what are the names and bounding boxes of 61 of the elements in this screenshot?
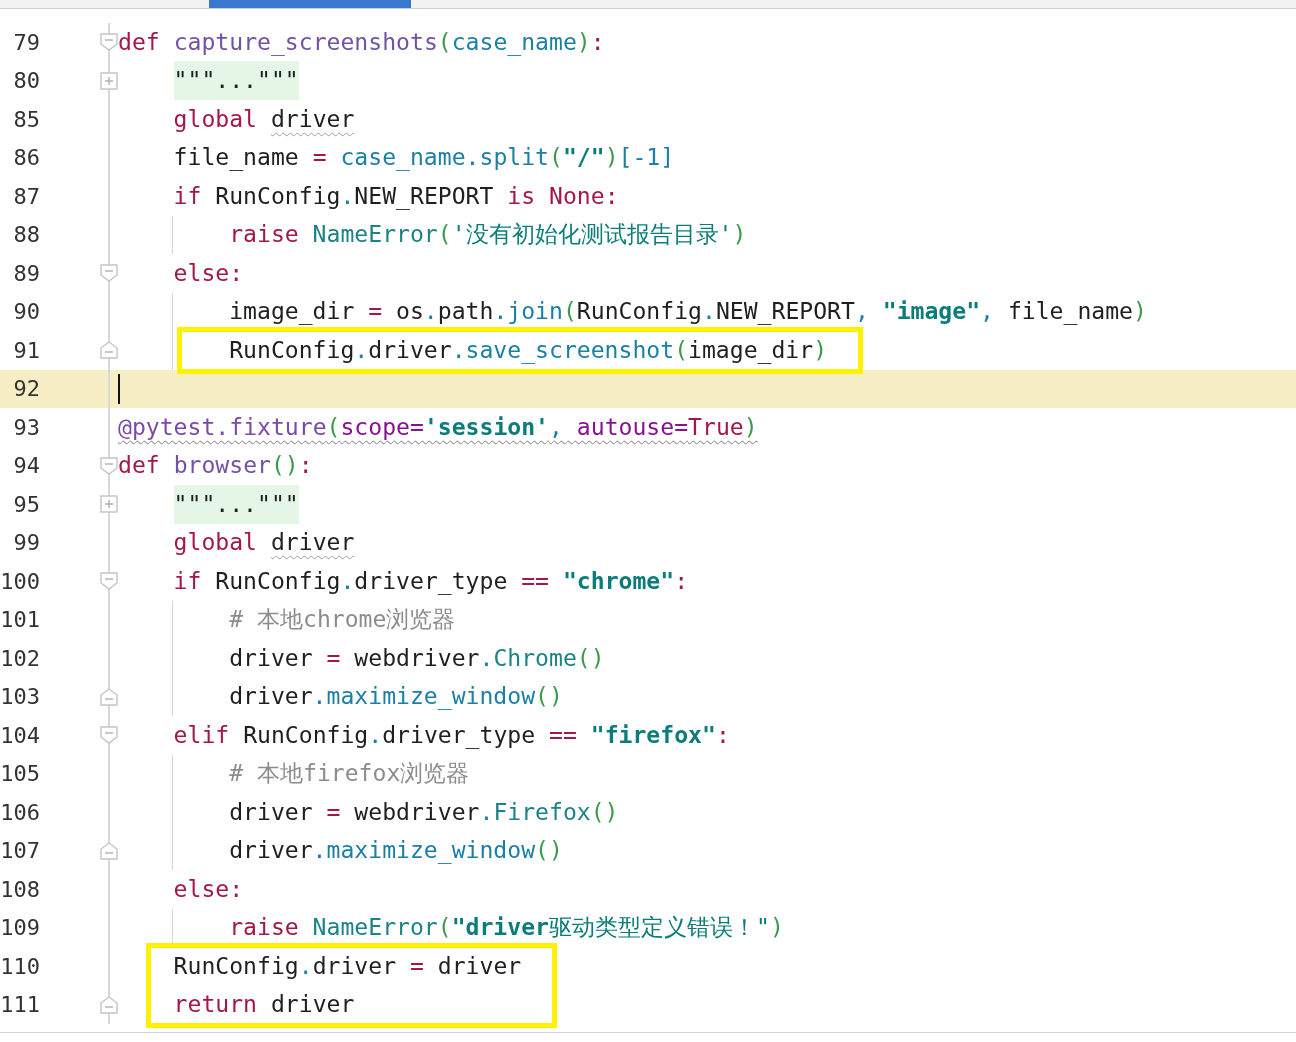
fold-marker-icon[interactable] — [100, 687, 118, 706]
line-number: 86 — [12, 145, 40, 171]
fold-marker-icon[interactable] — [100, 341, 118, 359]
line-number: 88 — [12, 222, 40, 248]
code-line: driver = webdriver.Firefox() — [229, 798, 619, 826]
code-line: driver.maximize_window() — [229, 683, 563, 710]
code-line: global driver — [173, 105, 355, 133]
line-number: 109 — [0, 915, 40, 941]
line-number: 92 — [12, 376, 40, 402]
expand-marker-icon[interactable] — [100, 71, 118, 90]
code-line: elif RunConfig.driver_type == "firefox": — [173, 721, 730, 749]
line-number: 93 — [12, 414, 40, 440]
line-number: 111 — [0, 992, 40, 1018]
line-number: 106 — [0, 799, 40, 825]
line-number: 95 — [12, 491, 40, 517]
expand-marker-icon[interactable] — [100, 495, 118, 513]
line-number: 87 — [12, 183, 40, 209]
line-number: 89 — [12, 260, 40, 286]
code-line: file_name = case_name.split("/")[-1] — [173, 144, 675, 171]
text-cursor — [118, 373, 120, 404]
code-line: driver.maximize_window() — [229, 837, 563, 864]
line-number: 105 — [0, 761, 40, 787]
code-line: @pytest.fixture(scope='session', autouse=True) — [118, 413, 758, 441]
line-number: 80 — [12, 68, 40, 94]
line-number: 91 — [12, 337, 40, 363]
line-number: 85 — [12, 106, 40, 132]
code-line: raise NameError("driver驱动类型定义错误！") — [229, 914, 784, 941]
code-line: else: — [173, 875, 244, 903]
fold-marker-icon[interactable] — [100, 841, 118, 860]
code-line: def browser(): — [118, 452, 313, 479]
line-number: 79 — [12, 29, 40, 55]
code-line: raise NameError('没有初始化测试报告目录') — [229, 221, 747, 248]
fold-marker-icon[interactable] — [100, 572, 118, 590]
line-number: 94 — [12, 453, 40, 479]
code-line: def capture_screenshots(case_name): — [118, 28, 605, 56]
fold-marker-icon[interactable] — [100, 264, 118, 282]
code-line: # 本地chrome浏览器 — [229, 606, 456, 633]
line-number: 110 — [0, 953, 40, 979]
line-number: 107 — [0, 838, 40, 864]
line-number: 103 — [0, 684, 40, 710]
code-line: RunConfig.driver = driver — [173, 952, 522, 980]
line-number: 99 — [12, 530, 40, 556]
fold-marker-icon[interactable] — [100, 726, 118, 744]
code-line: if RunConfig.NEW_REPORT is None: — [173, 182, 619, 210]
line-number: 104 — [0, 722, 40, 748]
code-line: image_dir = os.path.join(RunConfig.NEW_REPORT, "image", file_name) — [229, 298, 1147, 325]
fold-marker-icon[interactable] — [100, 33, 118, 51]
fold-marker-icon[interactable] — [100, 456, 118, 475]
line-number: 101 — [0, 607, 40, 633]
code-line: global driver — [173, 529, 355, 556]
line-number: 100 — [0, 568, 40, 594]
fold-marker-icon[interactable] — [100, 995, 118, 1014]
code-line: RunConfig.driver.save_screenshot(image_dir) — [229, 336, 828, 364]
code-line: # 本地firefox浏览器 — [229, 760, 470, 787]
line-number: 90 — [12, 299, 40, 325]
code-line: driver = webdriver.Chrome() — [229, 644, 605, 672]
line-number: 108 — [0, 876, 40, 902]
code-line: else: — [173, 259, 244, 287]
code-line: return driver — [173, 991, 355, 1018]
line-number: 102 — [0, 645, 40, 671]
code-line: if RunConfig.driver_type == "chrome": — [173, 567, 689, 595]
